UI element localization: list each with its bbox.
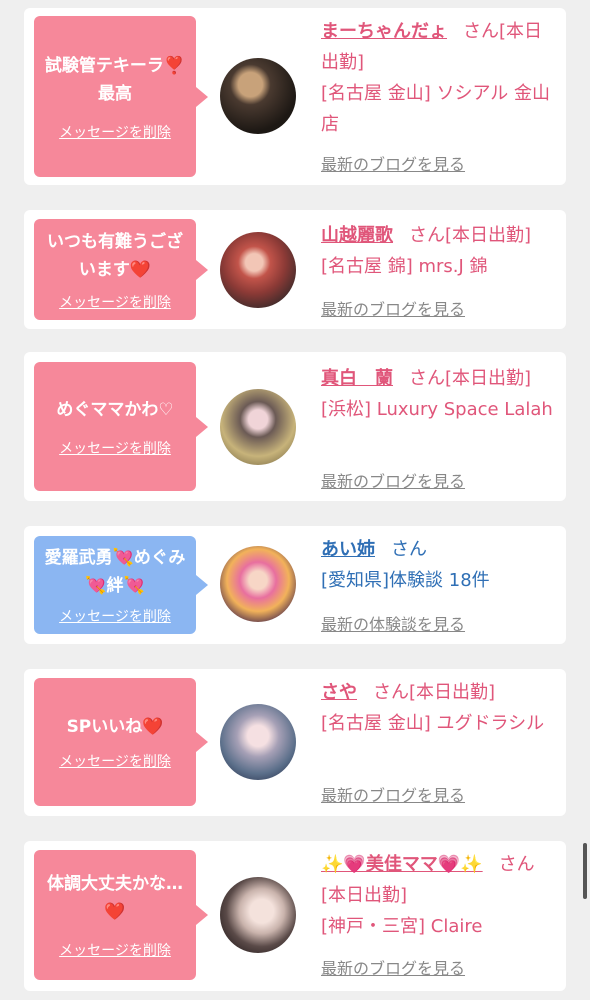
shop-text: [神戸・三宮] Claire: [321, 916, 483, 937]
message-text: めぐママかわ♡: [56, 399, 174, 420]
message-text: 試験管テキーラ❣️最高: [44, 55, 186, 104]
status-text: [本日出勤]: [321, 885, 408, 906]
message-card: 試験管テキーラ❣️最高 メッセージを削除 まーちゃんだょ さん[本日出勤] [名古…: [24, 8, 566, 185]
message-text: 体調大丈夫かな…❤️: [47, 874, 183, 922]
delete-message-link[interactable]: メッセージを削除: [59, 751, 171, 771]
user-info: 真白 蘭さん[本日出勤] [浜松] Luxury Space Lalah: [321, 363, 559, 425]
message-card: 愛羅武勇💘めぐみ💘絆💘 メッセージを削除 あい姉 さん [愛知県]体験談 18件 …: [24, 526, 566, 644]
message-bubble: 愛羅武勇💘めぐみ💘絆💘 メッセージを削除: [34, 536, 208, 634]
delete-message-link[interactable]: メッセージを削除: [59, 940, 171, 960]
message-text: 愛羅武勇💘めぐみ💘絆💘: [44, 548, 186, 596]
message-text: SPいいね❤️: [66, 717, 164, 737]
scrollbar[interactable]: [583, 843, 587, 899]
user-info: さや さん[本日出勤] [名古屋 金山] ユグドラシル: [321, 677, 559, 739]
avatar[interactable]: [220, 546, 296, 622]
message-bubble: 体調大丈夫かな…❤️ メッセージを削除: [34, 850, 208, 980]
message-bubble: めぐママかわ♡ メッセージを削除: [34, 362, 208, 491]
latest-blog-link[interactable]: 最新のブログを見る: [321, 468, 465, 492]
honorific: さん: [391, 539, 427, 560]
status-text: [本日出勤]: [409, 682, 496, 703]
message-bubble: SPいいね❤️ メッセージを削除: [34, 678, 208, 806]
latest-blog-link[interactable]: 最新のブログを見る: [321, 151, 465, 175]
shop-text: [名古屋 錦] mrs.J 錦: [321, 256, 488, 277]
user-name-link[interactable]: 真白 蘭: [321, 368, 393, 389]
message-text: いつも有難うございます❤️: [47, 231, 183, 280]
status-text: [本日出勤]: [445, 225, 532, 246]
honorific: さん: [409, 225, 445, 246]
delete-message-link[interactable]: メッセージを削除: [59, 606, 171, 626]
avatar[interactable]: [220, 58, 296, 134]
honorific: さん: [409, 368, 445, 389]
shop-text: [愛知県]体験談 18件: [321, 570, 490, 591]
latest-blog-link[interactable]: 最新のブログを見る: [321, 296, 465, 320]
avatar[interactable]: [220, 389, 296, 465]
user-info: 山越麗歌 さん[本日出勤] [名古屋 錦] mrs.J 錦: [321, 220, 559, 282]
message-card: SPいいね❤️ メッセージを削除 さや さん[本日出勤] [名古屋 金山] ユグド…: [24, 669, 566, 816]
user-info: まーちゃんだょ さん[本日出勤] [名古屋 金山] ソシアル 金山店: [321, 16, 559, 140]
shop-text: [名古屋 金山] ユグドラシル: [321, 713, 545, 734]
latest-blog-link[interactable]: 最新のブログを見る: [321, 955, 465, 979]
message-card: めぐママかわ♡ メッセージを削除 真白 蘭さん[本日出勤] [浜松] Luxur…: [24, 352, 566, 501]
delete-message-link[interactable]: メッセージを削除: [59, 292, 171, 312]
shop-text: [浜松] Luxury Space Lalah: [321, 399, 553, 420]
shop-text: [名古屋 金山] ソシアル 金山店: [321, 83, 551, 135]
message-bubble: いつも有難うございます❤️ メッセージを削除: [34, 219, 208, 320]
message-card: いつも有難うございます❤️ メッセージを削除 山越麗歌 さん[本日出勤] [名古屋…: [24, 210, 566, 329]
delete-message-link[interactable]: メッセージを削除: [59, 438, 171, 458]
avatar[interactable]: [220, 232, 296, 308]
message-bubble: 試験管テキーラ❣️最高 メッセージを削除: [34, 16, 208, 177]
latest-blog-link[interactable]: 最新のブログを見る: [321, 782, 465, 806]
honorific: さん: [463, 21, 499, 42]
message-card: 体調大丈夫かな…❤️ メッセージを削除 ✨💗美佳ママ💗✨ さん [本日出勤] [神…: [24, 841, 566, 991]
latest-review-link[interactable]: 最新の体験談を見る: [321, 611, 465, 635]
user-name-link[interactable]: 山越麗歌: [321, 225, 393, 246]
avatar[interactable]: [220, 704, 296, 780]
user-name-link[interactable]: まーちゃんだょ: [321, 21, 447, 42]
user-name-link[interactable]: さや: [321, 682, 357, 703]
status-text: [本日出勤]: [445, 368, 532, 389]
honorific: さん: [498, 854, 535, 875]
honorific: さん: [373, 682, 409, 703]
user-info: あい姉 さん [愛知県]体験談 18件: [321, 534, 559, 596]
user-name-link[interactable]: あい姉: [321, 539, 375, 560]
delete-message-link[interactable]: メッセージを削除: [59, 122, 171, 142]
user-name-link[interactable]: ✨💗美佳ママ💗✨: [321, 854, 483, 875]
avatar[interactable]: [220, 877, 296, 953]
user-info: ✨💗美佳ママ💗✨ さん [本日出勤] [神戸・三宮] Claire: [321, 849, 559, 942]
